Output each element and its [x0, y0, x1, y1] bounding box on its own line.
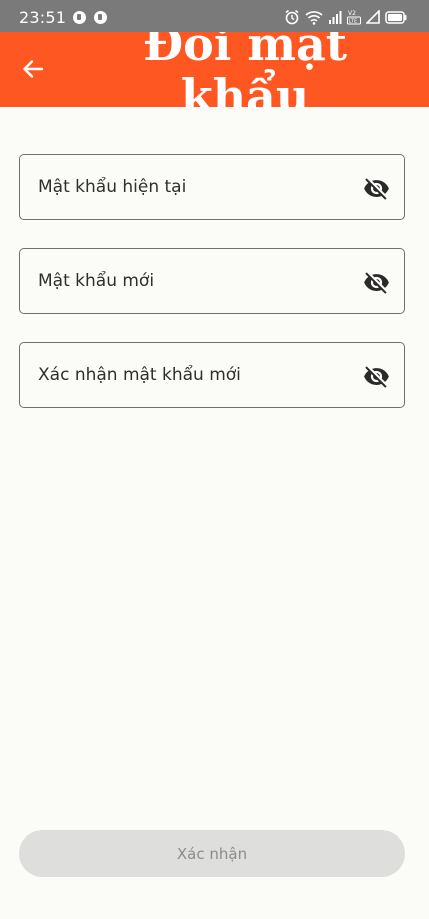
status-icons: V2 LTE — [284, 8, 407, 26]
app-bar: Đổi mật khẩu — [0, 32, 429, 107]
wifi-icon — [305, 10, 323, 25]
back-arrow-icon[interactable] — [20, 56, 46, 82]
notification-app-icon — [94, 11, 107, 24]
notification-app-icon — [73, 11, 86, 24]
eye-off-icon[interactable] — [363, 363, 390, 390]
lte-label: LTE — [349, 19, 357, 25]
battery-icon — [385, 10, 407, 24]
page-title: Đổi mật khẩu — [142, 32, 348, 107]
current-password-field — [19, 154, 405, 220]
confirm-password-field — [19, 342, 405, 408]
svg-text:V2: V2 — [348, 10, 356, 17]
status-time: 23:51 — [19, 8, 67, 27]
alarm-icon — [285, 9, 299, 25]
signal-triangle-icon — [366, 10, 380, 24]
new-password-input[interactable] — [20, 249, 404, 313]
status-bar: 23:51 V2 LTE — [0, 0, 429, 32]
current-password-input[interactable] — [20, 155, 404, 219]
signal-bars-icon — [329, 11, 342, 24]
eye-off-icon[interactable] — [363, 269, 390, 296]
eye-off-icon[interactable] — [363, 175, 390, 202]
new-password-field — [19, 248, 405, 314]
confirm-password-input[interactable] — [20, 343, 404, 407]
lte-icon: V2 LTE — [347, 10, 361, 25]
confirm-button[interactable]: Xác nhận — [19, 830, 405, 877]
